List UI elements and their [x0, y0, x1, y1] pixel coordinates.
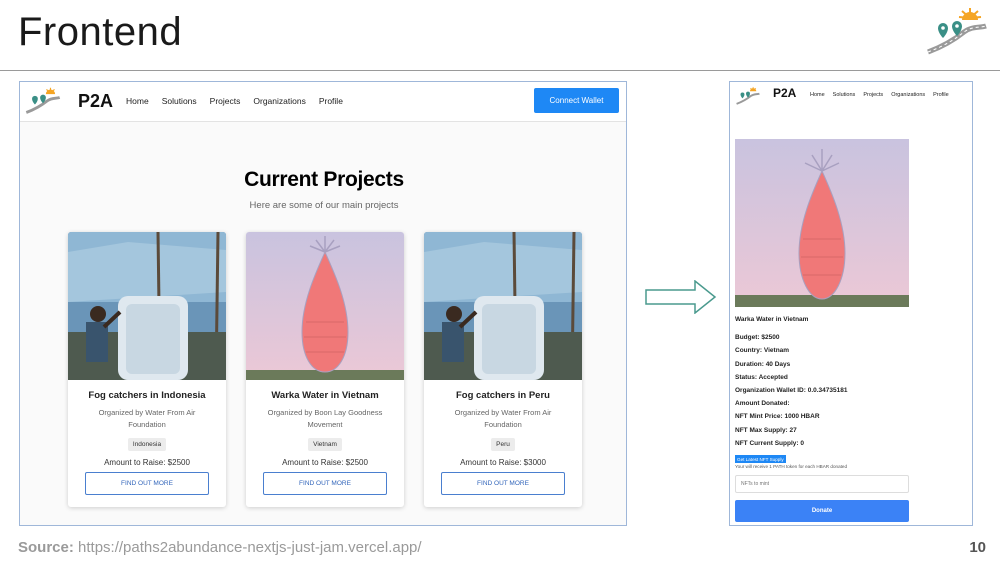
card-title: Warka Water in Vietnam	[271, 390, 379, 401]
page-subtitle: Here are some of our main projects	[249, 200, 399, 211]
nav-item-solutions[interactable]: Solutions	[833, 92, 856, 98]
nav-item-organizations[interactable]: Organizations	[253, 96, 305, 106]
country-badge: Vietnam	[308, 438, 342, 451]
project-card: Fog catchers in Indonesia Organized by W…	[68, 232, 226, 507]
connect-wallet-button[interactable]: Connect Wallet	[534, 88, 619, 113]
project-card: Fog catchers in Peru Organized by Water …	[424, 232, 582, 507]
page-title: Current Projects	[244, 168, 404, 191]
find-out-more-button[interactable]: FIND OUT MORE	[85, 472, 209, 495]
source-label: Source:	[18, 539, 74, 556]
token-note: Your will receive 1 PATH token for each …	[735, 464, 848, 469]
project-image	[68, 232, 226, 380]
slide-title: Frontend	[18, 10, 183, 54]
paths2abundance-logo-icon	[927, 8, 987, 55]
nav-item-projects[interactable]: Projects	[210, 96, 241, 106]
desktop-screenshot: P2A Home Solutions Projects Organization…	[19, 81, 627, 526]
detail-nft-mint-price: NFT Mint Price: 1000 HBAR	[735, 413, 820, 421]
source-citation: Source: https://paths2abundance-nextjs-j…	[18, 539, 422, 556]
mobile-screenshot: P2A Home Solutions Projects Organization…	[729, 81, 973, 526]
country-badge: Peru	[491, 438, 515, 451]
detail-status: Status: Accepted	[735, 373, 788, 381]
detail-amount-donated: Amount Donated:	[735, 400, 790, 408]
nav-item-profile[interactable]: Profile	[319, 96, 343, 106]
card-title: Fog catchers in Peru	[456, 390, 550, 401]
site-logo-icon[interactable]	[735, 85, 761, 107]
nav-item-projects[interactable]: Projects	[863, 92, 883, 98]
amount-to-raise: Amount to Raise: $3000	[460, 458, 546, 467]
project-image	[735, 139, 909, 307]
nav-links: Home Solutions Projects Organizations Pr…	[126, 96, 343, 106]
brand-name[interactable]: P2A	[78, 91, 113, 112]
detail-nft-max-supply: NFT Max Supply: 27	[735, 426, 797, 434]
amount-to-raise: Amount to Raise: $2500	[282, 458, 368, 467]
find-out-more-button[interactable]: FIND OUT MORE	[263, 472, 387, 495]
card-organizer: Organized by Water From Air Foundation	[98, 408, 196, 429]
detail-budget: Budget: $2500	[735, 334, 780, 342]
page-number: 10	[969, 539, 986, 556]
project-image	[424, 232, 582, 380]
amount-to-raise: Amount to Raise: $2500	[104, 458, 190, 467]
nav-item-home[interactable]: Home	[810, 92, 825, 98]
arrow-right-icon	[645, 280, 717, 314]
nav-links: Home Solutions Projects Organizations Pr…	[810, 92, 949, 98]
detail-nft-current-supply: NFT Current Supply: 0	[735, 439, 804, 447]
find-out-more-button[interactable]: FIND OUT MORE	[441, 472, 565, 495]
card-organizer: Organized by Boon Lay Goodness Movement	[267, 408, 383, 429]
nfts-to-mint-input[interactable]	[735, 475, 909, 493]
get-nft-supply-button[interactable]: Get Latest NFT Supply	[735, 455, 786, 463]
donate-button[interactable]: Donate	[735, 500, 909, 522]
nav-item-home[interactable]: Home	[126, 96, 149, 106]
project-card: Warka Water in Vietnam Organized by Boon…	[246, 232, 404, 507]
detail-duration: Duration: 40 Days	[735, 360, 791, 368]
brand-name[interactable]: P2A	[773, 86, 796, 100]
project-name: Warka Water in Vietnam	[735, 316, 809, 323]
card-title: Fog catchers in Indonesia	[88, 390, 206, 401]
detail-country: Country: Vietnam	[735, 347, 790, 355]
country-badge: Indonesia	[127, 438, 167, 451]
navbar: P2A Home Solutions Projects Organization…	[20, 82, 626, 122]
source-url[interactable]: https://paths2abundance-nextjs-just-jam.…	[78, 539, 422, 556]
project-details: Warka Water in Vietnam Budget: $2500 Cou…	[735, 316, 847, 453]
slide-divider	[0, 70, 1000, 71]
mobile-navbar: P2A Home Solutions Projects Organization…	[730, 82, 972, 112]
detail-wallet-id: Organization Wallet ID: 0.0.34735181	[735, 386, 848, 394]
nav-item-organizations[interactable]: Organizations	[891, 92, 925, 98]
nav-item-solutions[interactable]: Solutions	[162, 96, 197, 106]
site-logo-icon[interactable]	[24, 85, 62, 117]
card-organizer: Organized by Water From Air Foundation	[454, 408, 552, 429]
nav-item-profile[interactable]: Profile	[933, 92, 949, 98]
project-image	[246, 232, 404, 380]
